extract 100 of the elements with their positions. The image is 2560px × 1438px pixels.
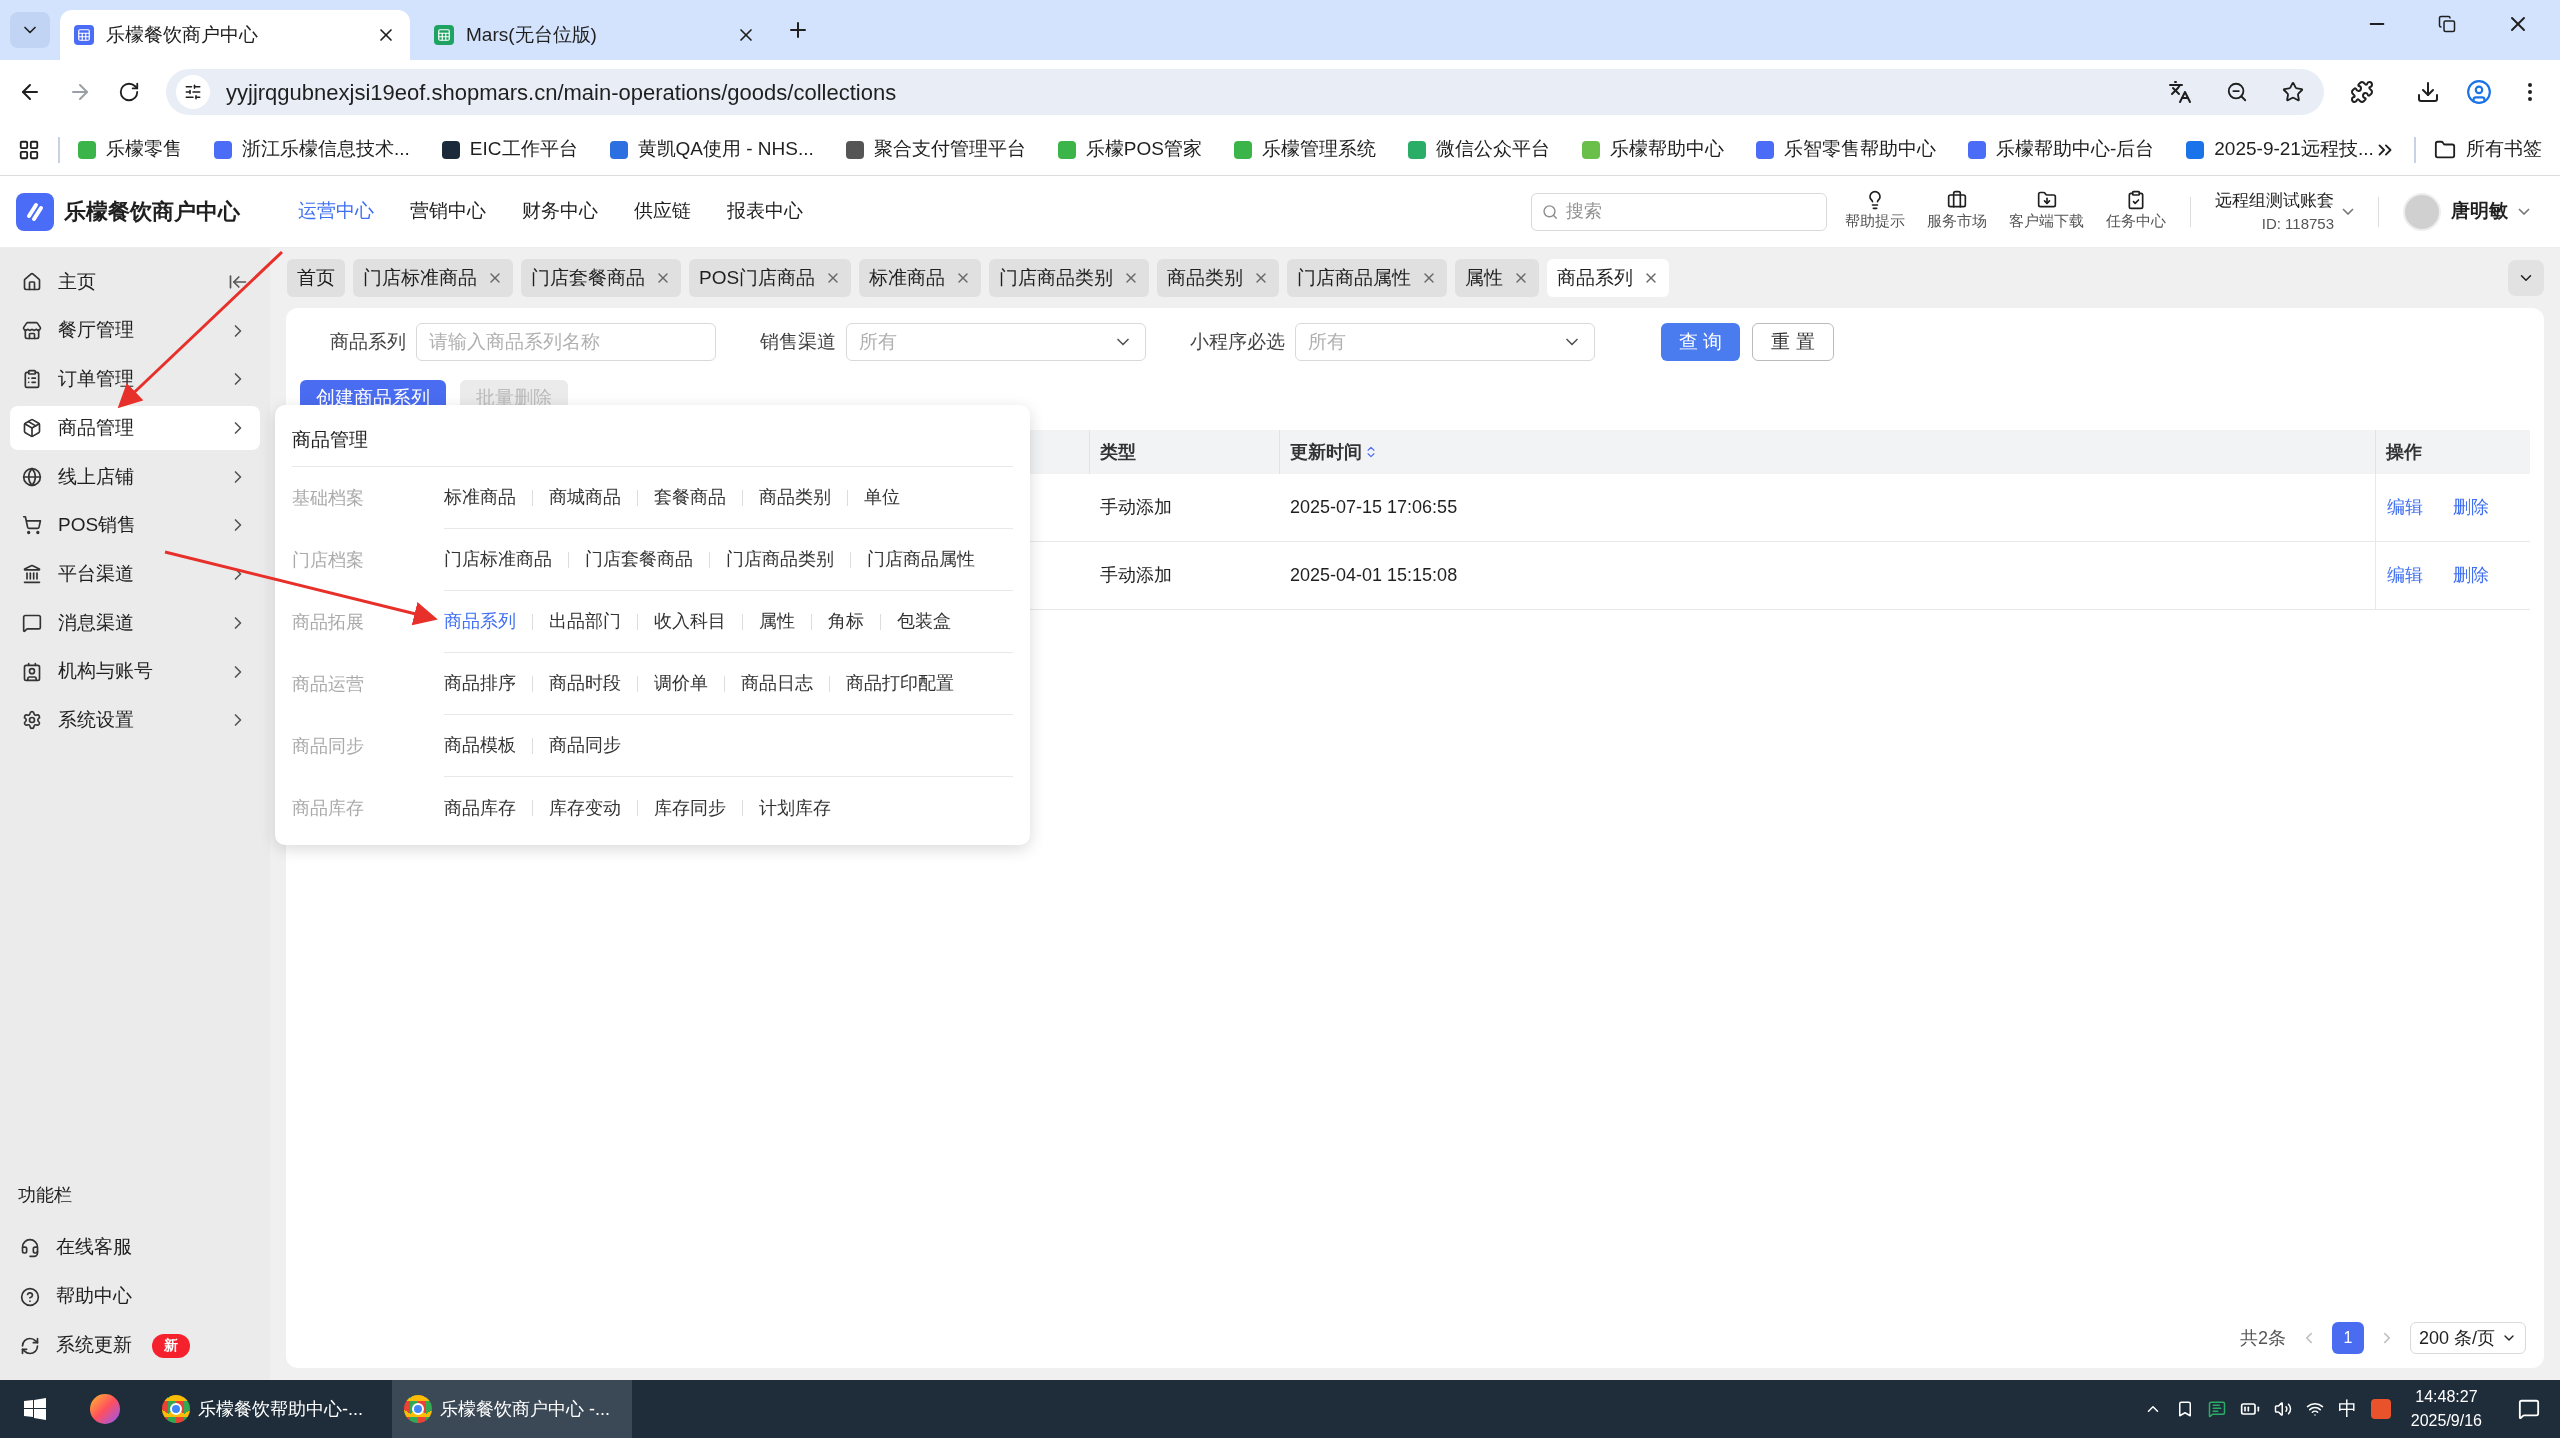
taskbar-window[interactable]: 乐檬餐饮帮助中心-...: [150, 1380, 390, 1438]
network-icon[interactable]: [2305, 1400, 2324, 1418]
menu-link[interactable]: 商品库存: [444, 794, 516, 822]
sidebar-item[interactable]: 餐厅管理: [10, 308, 260, 353]
sidebar-item[interactable]: 消息渠道: [10, 600, 260, 645]
bookmark[interactable]: 乐智零售帮助中心: [1755, 135, 1936, 164]
filter-input[interactable]: 请输入商品系列名称: [416, 323, 716, 361]
clock[interactable]: 14:48:27 2025/9/16: [2410, 1385, 2482, 1433]
page-tab[interactable]: POS门店商品: [689, 259, 852, 297]
menu-link[interactable]: 商品排序: [444, 670, 516, 697]
menu-link[interactable]: 收入科目: [654, 608, 726, 635]
page-tab[interactable]: 商品系列: [1547, 259, 1670, 297]
page-tab[interactable]: 门店标准商品: [353, 259, 513, 297]
row-action-link[interactable]: 编辑: [2387, 494, 2423, 521]
menu-link[interactable]: 包装盒: [897, 608, 951, 635]
ime-indicator[interactable]: 中: [2337, 1394, 2357, 1424]
tray-chat-icon[interactable]: [2207, 1400, 2226, 1418]
bookmark[interactable]: 浙江乐檬信息技术...: [214, 135, 410, 164]
sidebar-item[interactable]: 商品管理: [10, 406, 260, 451]
query-button[interactable]: 查 询: [1661, 323, 1741, 361]
taskbar-window[interactable]: 乐檬餐饮商户中心 -...: [392, 1380, 632, 1438]
menu-link[interactable]: 套餐商品: [654, 484, 726, 511]
reset-button[interactable]: 重 置: [1752, 323, 1834, 361]
menu-link[interactable]: 商品系列: [444, 608, 516, 635]
sidebar-item[interactable]: 平台渠道: [10, 552, 260, 597]
menu-link[interactable]: 商品类别: [759, 484, 831, 511]
browser-tab[interactable]: Mars(无台位版): [420, 10, 770, 60]
notification-icon[interactable]: [2518, 1398, 2540, 1420]
all-bookmarks[interactable]: 所有书签: [2434, 135, 2542, 164]
bookmark[interactable]: 聚合支付管理平台: [845, 135, 1026, 164]
zoom-out-icon[interactable]: [2226, 81, 2248, 103]
sidebar-item[interactable]: 机构与账号: [10, 649, 260, 694]
bookmark[interactable]: EIC工作平台: [441, 135, 578, 164]
page-size-select[interactable]: 200 条/页: [2409, 1322, 2526, 1354]
bookmark[interactable]: 乐檬管理系统: [1233, 135, 1376, 164]
page-tab[interactable]: 属性: [1455, 259, 1540, 297]
bookmark[interactable]: 2025-9-21远程技...: [2186, 135, 2374, 164]
bookmark[interactable]: 黄凯QA使用 - NHS...: [609, 135, 814, 164]
menu-link[interactable]: 角标: [828, 608, 864, 635]
translate-icon[interactable]: [2168, 80, 2192, 104]
sidebar-item[interactable]: POS销售: [10, 503, 260, 548]
nav-tab[interactable]: 营销中心: [410, 197, 486, 226]
menu-link[interactable]: 出品部门: [549, 608, 621, 635]
profile-icon[interactable]: [2466, 79, 2492, 105]
nav-tab[interactable]: 运营中心: [298, 197, 374, 226]
row-action-link[interactable]: 删除: [2453, 562, 2489, 589]
menu-link[interactable]: 属性: [759, 608, 795, 635]
header-tool-button[interactable]: 帮助提示: [1845, 190, 1905, 233]
menu-link[interactable]: 门店标准商品: [444, 546, 552, 573]
menu-link[interactable]: 计划库存: [759, 794, 831, 822]
nav-tab[interactable]: 报表中心: [727, 197, 803, 226]
column-header[interactable]: 更新时间: [1290, 438, 1378, 466]
sidebar-item[interactable]: 系统设置: [10, 698, 260, 743]
menu-link[interactable]: 商品打印配置: [846, 670, 954, 697]
sidebar-item[interactable]: 主页: [10, 260, 260, 304]
extensions-icon[interactable]: [2350, 80, 2374, 104]
bookmark[interactable]: 乐檬零售: [78, 135, 182, 164]
star-icon[interactable]: [2282, 81, 2304, 103]
account-switcher[interactable]: 远程组测试账套 ID: 118753: [2215, 187, 2354, 236]
volume-icon[interactable]: [2273, 1400, 2292, 1418]
header-tool-button[interactable]: 任务中心: [2106, 190, 2166, 233]
menu-link[interactable]: 库存同步: [654, 794, 726, 822]
sidebar-item[interactable]: 线上店铺: [10, 454, 260, 499]
nav-tab[interactable]: 供应链: [634, 197, 691, 226]
download-icon[interactable]: [2416, 80, 2440, 104]
page-tab[interactable]: 首页: [287, 259, 345, 297]
menu-link[interactable]: 库存变动: [549, 794, 621, 822]
search-box[interactable]: 搜索: [1531, 192, 1827, 231]
menu-link[interactable]: 门店商品属性: [867, 546, 975, 573]
bookmark[interactable]: 乐檬帮助中心: [1581, 135, 1724, 164]
function-item[interactable]: 在线客服: [10, 1223, 260, 1272]
reload-icon[interactable]: [118, 81, 140, 103]
apps-icon[interactable]: [18, 138, 40, 161]
menu-link[interactable]: 商品同步: [549, 732, 621, 759]
menu-link[interactable]: 门店商品类别: [726, 546, 834, 573]
menu-link[interactable]: 单位: [864, 484, 900, 511]
menu-link[interactable]: 商品日志: [741, 670, 813, 697]
menu-link[interactable]: 商品模板: [444, 732, 516, 759]
bookmark[interactable]: 乐檬帮助中心-后台: [1967, 135, 2155, 164]
row-action-link[interactable]: 编辑: [2387, 562, 2423, 589]
menu-link[interactable]: 门店套餐商品: [585, 546, 693, 573]
nav-tab[interactable]: 财务中心: [522, 197, 598, 226]
menu-link[interactable]: 标准商品: [444, 484, 516, 511]
menu-link[interactable]: 商品时段: [549, 670, 621, 697]
page-tab[interactable]: 门店商品类别: [989, 259, 1150, 297]
row-action-link[interactable]: 删除: [2453, 494, 2489, 521]
function-item[interactable]: 帮助中心: [10, 1272, 260, 1321]
menu-link[interactable]: 商城商品: [549, 484, 621, 511]
browser-tab[interactable]: 乐檬餐饮商户中心: [60, 10, 410, 60]
bookmark[interactable]: 微信公众平台: [1407, 135, 1550, 164]
search-field[interactable]: 搜索: [1566, 198, 1816, 225]
menu-link[interactable]: 调价单: [654, 670, 708, 697]
header-tool-button[interactable]: 客户端下载: [2009, 190, 2084, 233]
function-item[interactable]: 系统更新 新: [10, 1321, 260, 1370]
header-tool-button[interactable]: 服务市场: [1927, 190, 1987, 233]
address-bar[interactable]: yyjjrqgubnexjsi19eof.shopmars.cn/main-operations/goods/collections: [166, 69, 2324, 115]
page-tab[interactable]: 门店商品属性: [1287, 259, 1448, 297]
restore-icon[interactable]: [2438, 15, 2456, 33]
user-menu[interactable]: 唐明敏: [2403, 192, 2530, 231]
bookmark[interactable]: 乐檬POS管家: [1057, 135, 1202, 164]
